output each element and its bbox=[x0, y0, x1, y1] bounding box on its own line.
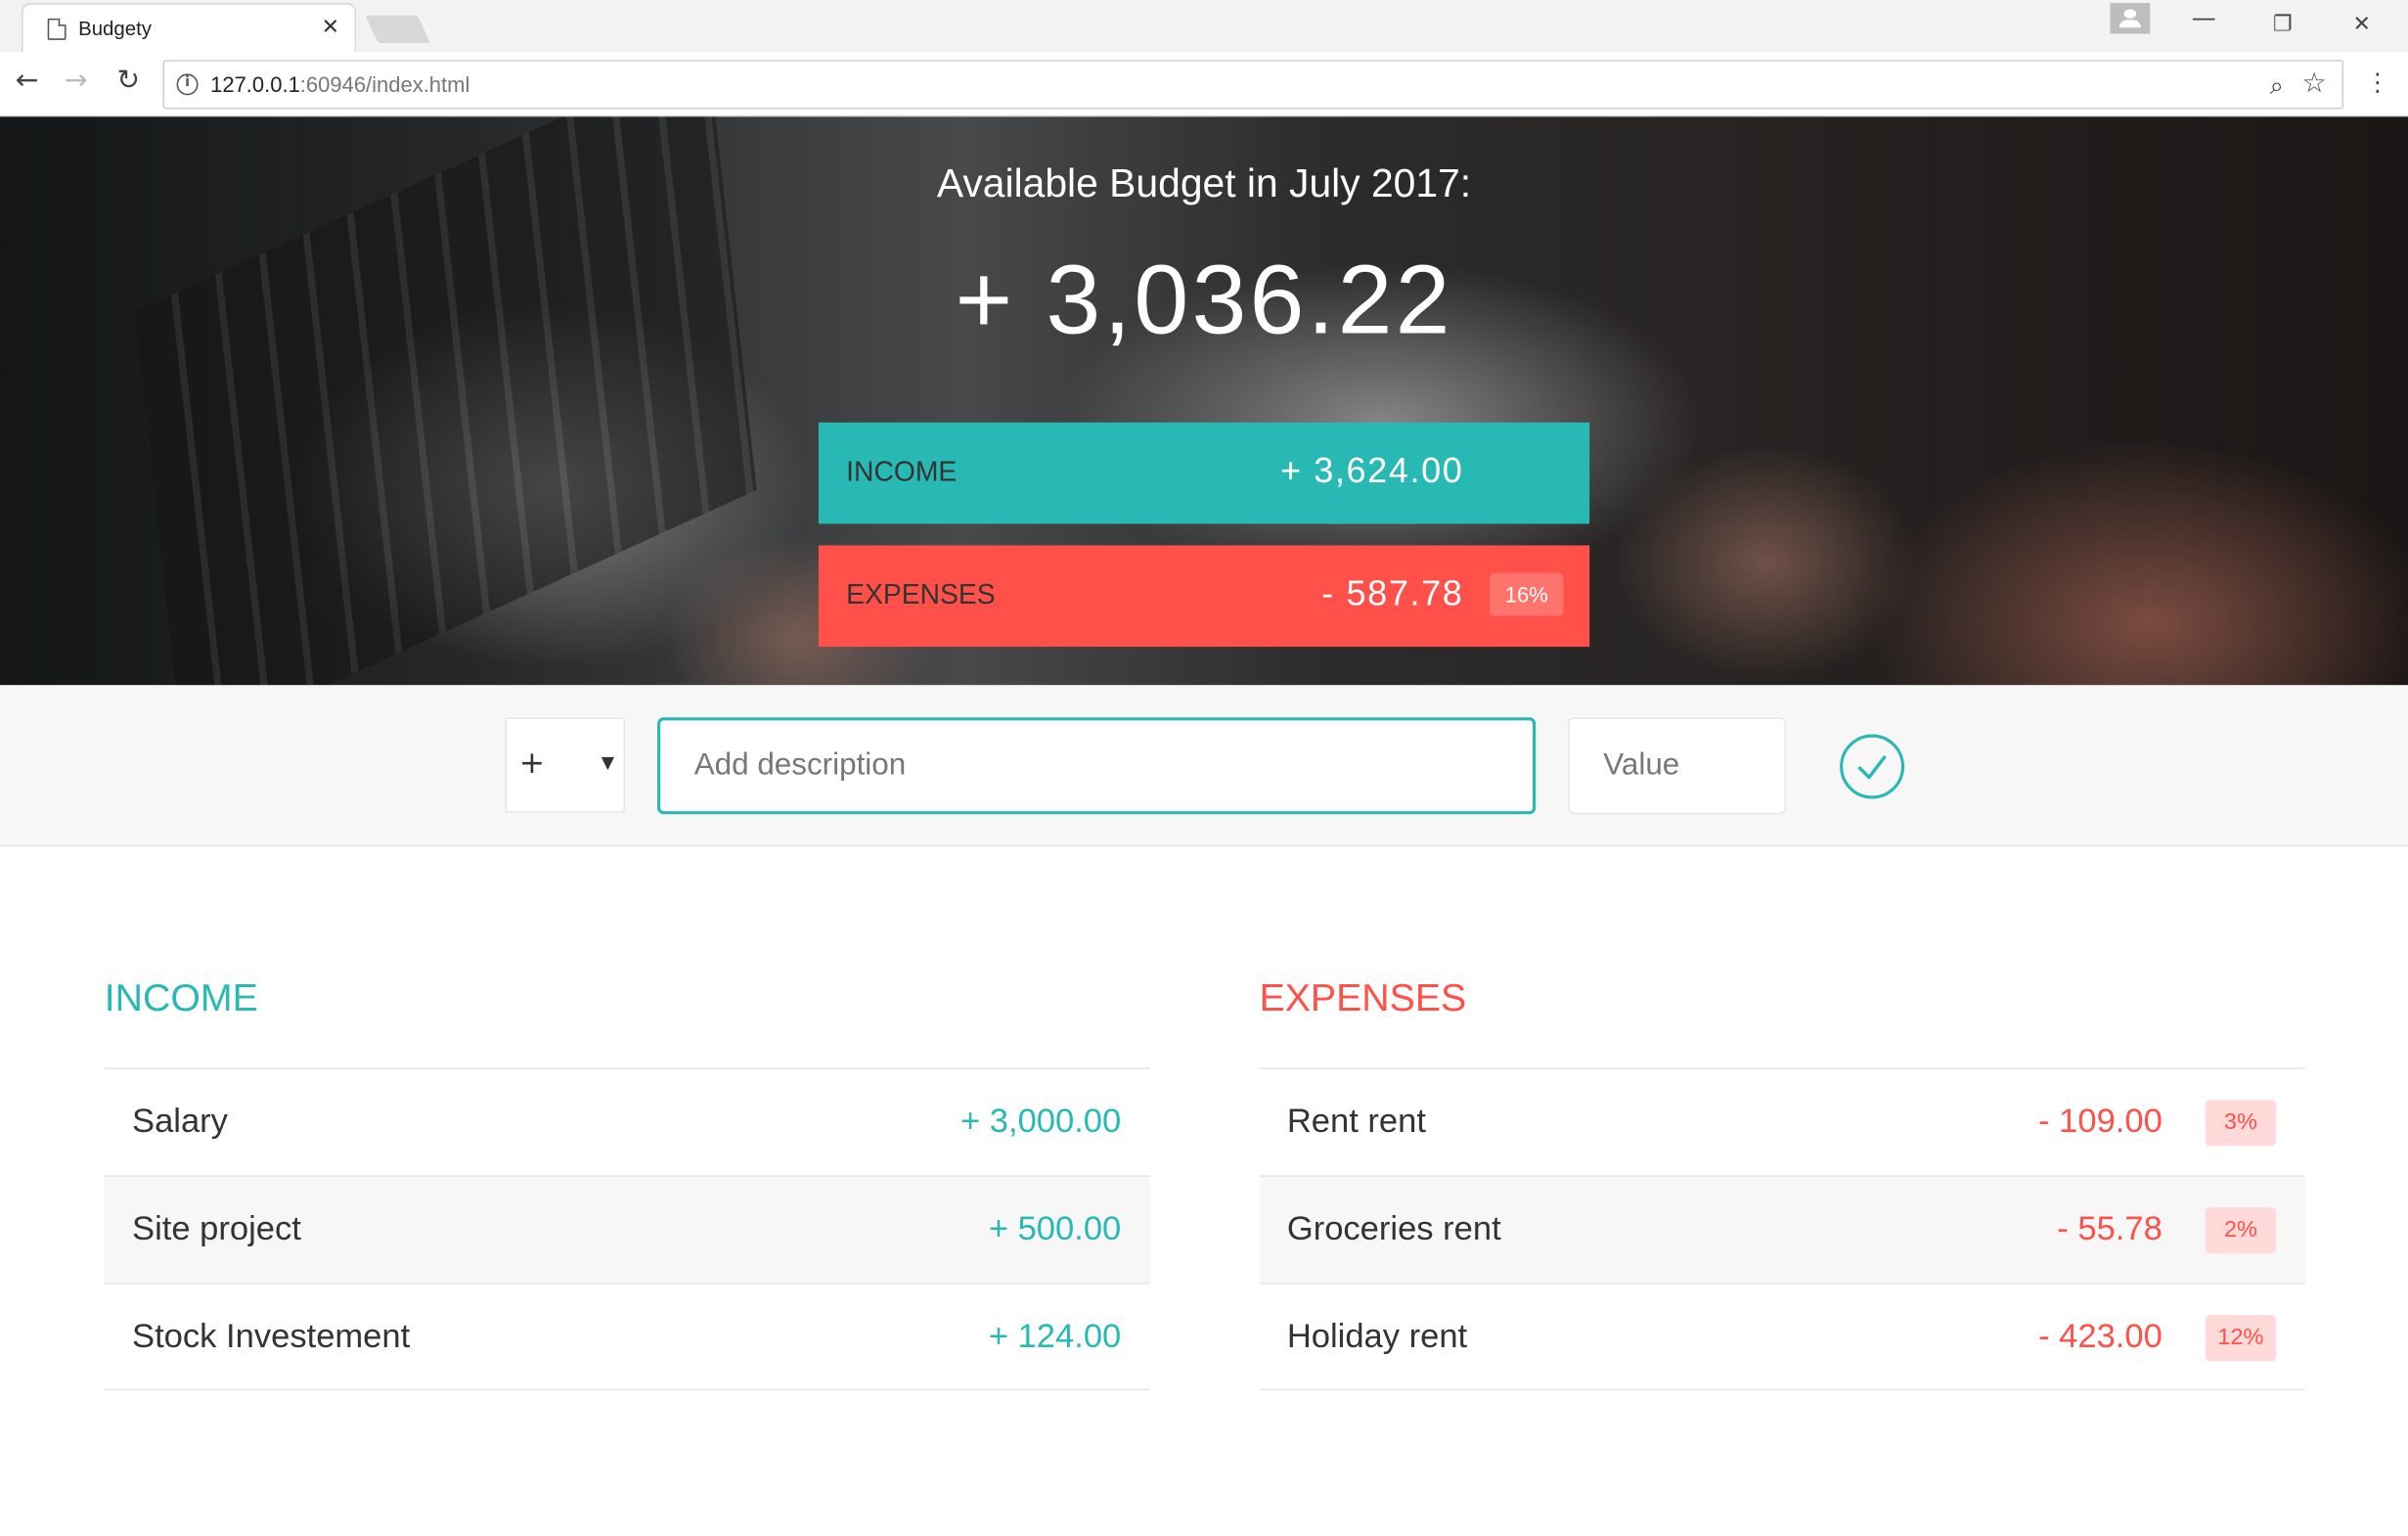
item-value: - 55.78 bbox=[2057, 1208, 2163, 1248]
expense-item[interactable]: Groceries rent - 55.78 2% bbox=[1259, 1175, 2305, 1284]
restore-icon[interactable]: ❐ bbox=[2273, 9, 2293, 39]
type-select-value: + bbox=[518, 743, 546, 781]
reload-icon[interactable]: ↻ bbox=[116, 65, 140, 99]
minimize-icon[interactable]: — bbox=[2192, 3, 2216, 33]
income-item[interactable]: Stock Investement + 124.00 bbox=[104, 1283, 1151, 1391]
tab-title: Budgety bbox=[78, 17, 152, 40]
item-value: + 3,000.00 bbox=[959, 1101, 1122, 1141]
forward-arrow-icon[interactable]: → bbox=[65, 65, 88, 99]
item-description: Rent rent bbox=[1286, 1101, 1426, 1141]
add-item-bar: + ▼ bbox=[0, 685, 2408, 847]
expense-item[interactable]: Holiday rent - 423.00 12% bbox=[1259, 1283, 2305, 1391]
info-icon[interactable]: i bbox=[176, 73, 199, 96]
income-summary-label: INCOME bbox=[846, 456, 958, 487]
expenses-list-title: EXPENSES bbox=[1259, 976, 1467, 1020]
url-text: 127.0.0.1:60946/index.html bbox=[210, 72, 469, 97]
item-description: Site project bbox=[132, 1208, 301, 1248]
income-summary-value: + 3,624.00 bbox=[1279, 450, 1464, 490]
item-percentage: 3% bbox=[2205, 1100, 2277, 1147]
item-percentage: 12% bbox=[2205, 1315, 2277, 1362]
budget-title: Available Budget in July 2017: bbox=[936, 159, 1472, 206]
new-tab-button[interactable] bbox=[365, 15, 430, 43]
item-value: - 109.00 bbox=[2038, 1101, 2163, 1141]
description-input[interactable] bbox=[657, 717, 1537, 815]
tab-strip: Budgety ✕ — ❐ ✕ bbox=[0, 0, 2408, 53]
item-value: + 500.00 bbox=[988, 1208, 1122, 1248]
tab-close-icon[interactable]: ✕ bbox=[322, 14, 339, 41]
item-percentage: 2% bbox=[2205, 1207, 2277, 1254]
item-value: - 423.00 bbox=[2038, 1316, 2163, 1355]
income-list-title: INCOME bbox=[104, 976, 258, 1020]
budget-value: + 3,036.22 bbox=[955, 244, 1453, 355]
address-bar[interactable]: i 127.0.0.1:60946/index.html ⌕ ☆ bbox=[162, 60, 2344, 110]
expenses-list: EXPENSES Rent rent - 109.00 3% Groceries… bbox=[1259, 976, 2305, 1391]
document-icon bbox=[47, 18, 67, 40]
back-arrow-icon[interactable]: ← bbox=[16, 65, 39, 99]
item-description: Holiday rent bbox=[1286, 1316, 1468, 1355]
browser-toolbar: ← → ↻ i 127.0.0.1:60946/index.html ⌕ ☆ ⋮ bbox=[0, 52, 2408, 117]
income-list: INCOME Salary + 3,000.00 Site project + … bbox=[104, 976, 1151, 1391]
expenses-summary: EXPENSES - 587.78 16% bbox=[818, 545, 1590, 648]
expenses-summary-value: - 587.78 bbox=[1321, 572, 1464, 613]
income-summary: INCOME + 3,624.00 bbox=[818, 422, 1590, 524]
url-host: 127.0.0.1 bbox=[210, 71, 300, 97]
close-window-icon[interactable]: ✕ bbox=[2353, 9, 2371, 39]
income-item[interactable]: Site project + 500.00 bbox=[104, 1175, 1151, 1284]
item-value: + 124.00 bbox=[988, 1316, 1122, 1355]
checkmark-icon bbox=[1857, 755, 1887, 780]
browser-tab[interactable]: Budgety ✕ bbox=[21, 3, 357, 53]
value-input[interactable] bbox=[1568, 717, 1787, 815]
chevron-down-icon: ▼ bbox=[601, 752, 615, 773]
item-description: Groceries rent bbox=[1286, 1208, 1501, 1248]
browser-window: Budgety ✕ — ❐ ✕ ← → ↻ i 127.0.0.1:60946/… bbox=[0, 0, 2408, 1536]
bookmark-star-icon[interactable]: ☆ bbox=[2302, 68, 2327, 100]
type-select[interactable]: + ▼ bbox=[505, 717, 626, 813]
add-button[interactable] bbox=[1840, 734, 1905, 799]
income-item[interactable]: Salary + 3,000.00 bbox=[104, 1067, 1151, 1175]
url-path: :60946/index.html bbox=[299, 71, 470, 97]
expenses-summary-percentage: 16% bbox=[1490, 572, 1564, 616]
item-description: Salary bbox=[132, 1101, 228, 1141]
zoom-icon[interactable]: ⌕ bbox=[2270, 70, 2284, 101]
profile-icon[interactable] bbox=[2110, 3, 2151, 34]
menu-icon[interactable]: ⋮ bbox=[2365, 68, 2389, 98]
item-description: Stock Investement bbox=[132, 1316, 411, 1355]
expenses-summary-label: EXPENSES bbox=[846, 578, 996, 610]
expense-item[interactable]: Rent rent - 109.00 3% bbox=[1259, 1067, 2305, 1175]
